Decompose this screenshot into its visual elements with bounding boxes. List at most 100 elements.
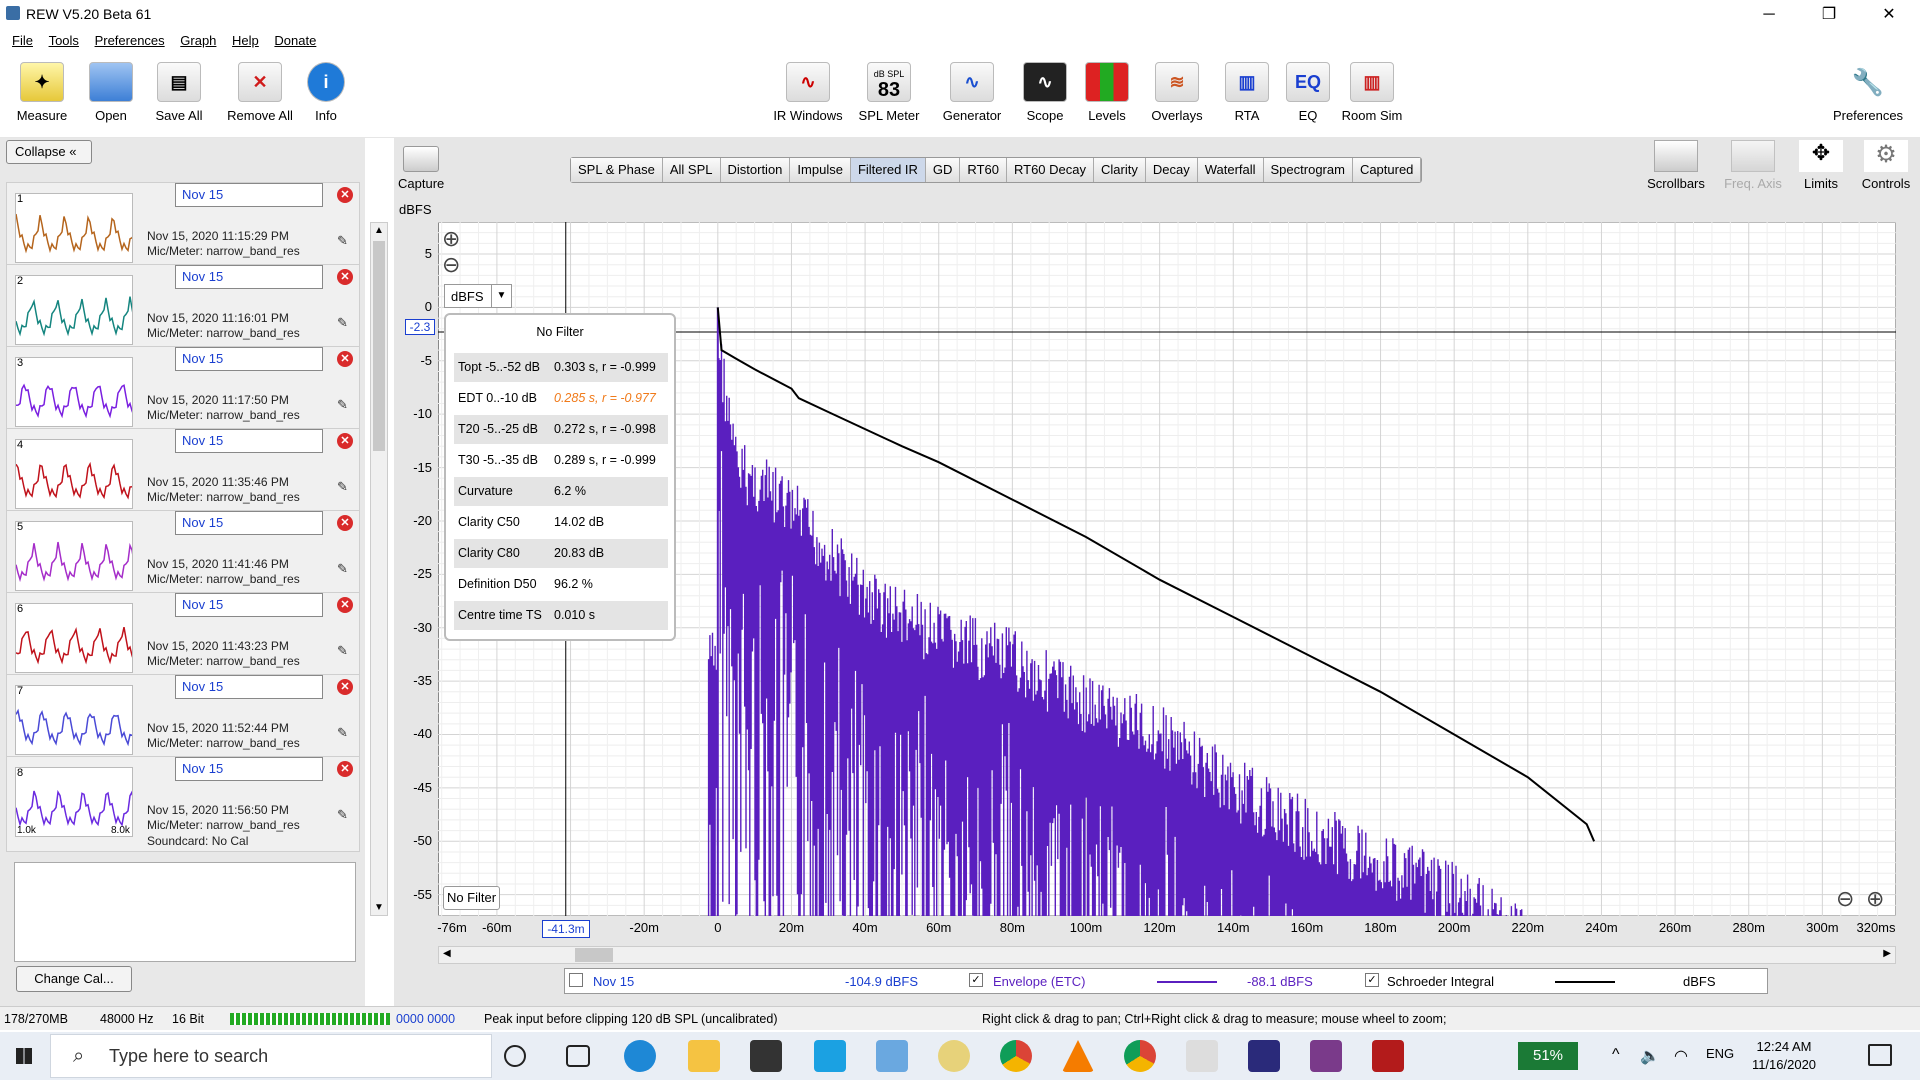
delete-measurement-icon[interactable]: ✕: [337, 515, 353, 531]
measurement-thumbnail[interactable]: [15, 275, 133, 345]
network-app-icon[interactable]: [876, 1040, 908, 1072]
measurement-item[interactable]: 6 Nov 15 ✕ ✎ Nov 15, 2020 11:43:23 PM Mic/Met…: [6, 592, 360, 676]
legend-visibility-checkbox[interactable]: [569, 973, 583, 987]
edit-measurement-icon[interactable]: ✎: [337, 807, 355, 823]
collapse-button[interactable]: Collapse «: [6, 140, 92, 164]
tab-impulse[interactable]: Impulse: [790, 158, 851, 182]
measurement-item[interactable]: 8 1.0k 8.0k Nov 15 ✕ ✎ Nov 15, 2020 11:56:50 P…: [6, 756, 360, 852]
horizontal-scrollbar[interactable]: ◀ ▶: [438, 946, 1896, 964]
wifi-icon[interactable]: ◠: [1674, 1046, 1688, 1066]
edit-measurement-icon[interactable]: ✎: [337, 479, 355, 495]
tab-all-spl[interactable]: All SPL: [662, 158, 721, 182]
preferences-button[interactable]: 🔧 Preferences: [1826, 62, 1910, 124]
store-icon[interactable]: [750, 1040, 782, 1072]
scroll-up-icon[interactable]: ▲: [374, 225, 384, 236]
measurement-item[interactable]: 5 Nov 15 ✕ ✎ Nov 15, 2020 11:41:46 PM Mic/Met…: [6, 510, 360, 594]
taskbar-search[interactable]: ⌕ Type here to search: [50, 1034, 492, 1078]
ir-windows-button[interactable]: ∿ IR Windows: [770, 62, 846, 123]
winrar-icon[interactable]: [1310, 1040, 1342, 1072]
measurement-thumbnail[interactable]: [15, 439, 133, 509]
tab-spl-phase[interactable]: SPL & Phase: [571, 158, 663, 182]
red-grid-app-icon[interactable]: [1372, 1040, 1404, 1072]
measurement-thumbnail[interactable]: [15, 521, 133, 591]
schroeder-checkbox[interactable]: ✓: [1365, 973, 1379, 987]
measurement-thumbnail[interactable]: [15, 357, 133, 427]
limits-button[interactable]: ✥ Limits: [1796, 140, 1846, 191]
tab-spectrogram[interactable]: Spectrogram: [1263, 158, 1353, 182]
measurement-name-field[interactable]: Nov 15: [175, 183, 323, 207]
measurement-name-field[interactable]: Nov 15: [175, 593, 323, 617]
tab-decay[interactable]: Decay: [1145, 158, 1198, 182]
chrome-profile-icon[interactable]: [1124, 1040, 1156, 1072]
measurement-thumbnail[interactable]: [15, 193, 133, 263]
edit-measurement-icon[interactable]: ✎: [337, 725, 355, 741]
edit-measurement-icon[interactable]: ✎: [337, 233, 355, 249]
l-app-icon[interactable]: [814, 1040, 846, 1072]
chrome-icon[interactable]: [1000, 1040, 1032, 1072]
tab-rt60-decay[interactable]: RT60 Decay: [1006, 158, 1094, 182]
scroll-down-icon[interactable]: ▼: [374, 902, 384, 913]
battery-indicator[interactable]: 51%: [1518, 1042, 1578, 1070]
notes-area[interactable]: [14, 862, 356, 962]
menu-preferences[interactable]: Preferences: [95, 33, 165, 48]
restore-button[interactable]: ❐: [1806, 0, 1852, 30]
taskbar-clock[interactable]: 12:24 AM 11/16/2020: [1744, 1038, 1824, 1074]
change-cal-button[interactable]: Change Cal...: [16, 966, 132, 992]
measurement-name-field[interactable]: Nov 15: [175, 347, 323, 371]
tab-distortion[interactable]: Distortion: [720, 158, 791, 182]
measurement-item[interactable]: 7 Nov 15 ✕ ✎ Nov 15, 2020 11:52:44 PM Mic/Met…: [6, 674, 360, 758]
capture-button[interactable]: Capture: [398, 146, 444, 191]
language-indicator[interactable]: ENG: [1706, 1046, 1734, 1061]
speaker-icon[interactable]: 🔈: [1640, 1046, 1660, 1066]
tab-captured[interactable]: Captured: [1352, 158, 1422, 182]
eq-button[interactable]: EQ EQ: [1286, 62, 1330, 123]
vlc-icon[interactable]: [1062, 1040, 1094, 1072]
edit-measurement-icon[interactable]: ✎: [337, 315, 355, 331]
y-unit-select[interactable]: dBFS ▼: [444, 284, 512, 308]
measurement-item[interactable]: 4 Nov 15 ✕ ✎ Nov 15, 2020 11:35:46 PM Mic/Met…: [6, 428, 360, 512]
rew-taskbar-icon[interactable]: [1248, 1040, 1280, 1072]
measure-button[interactable]: ✦ Measure: [12, 62, 72, 123]
measurement-item[interactable]: 2 Nov 15 ✕ ✎ Nov 15, 2020 11:16:01 PM Mic/Met…: [6, 264, 360, 348]
scroll-right-icon[interactable]: ▶: [1883, 948, 1891, 959]
tab-rt60[interactable]: RT60: [960, 158, 1007, 182]
tab-gd[interactable]: GD: [925, 158, 961, 182]
measurement-list-scrollbar[interactable]: ▲ ▼: [370, 222, 388, 916]
disc-app-icon[interactable]: [938, 1040, 970, 1072]
task-view-icon[interactable]: [566, 1045, 590, 1067]
open-button[interactable]: Open: [84, 62, 138, 123]
chevron-down-icon[interactable]: ▼: [491, 285, 511, 307]
start-button[interactable]: [0, 1032, 48, 1080]
edit-measurement-icon[interactable]: ✎: [337, 643, 355, 659]
measurement-name-field[interactable]: Nov 15: [175, 757, 323, 781]
delete-measurement-icon[interactable]: ✕: [337, 187, 353, 203]
generator-button[interactable]: ∿ Generator: [938, 62, 1006, 123]
minimize-button[interactable]: ─: [1746, 0, 1792, 30]
dsp-app-icon[interactable]: [1186, 1040, 1218, 1072]
etc-checkbox[interactable]: ✓: [969, 973, 983, 987]
measurement-thumbnail[interactable]: [15, 685, 133, 755]
delete-measurement-icon[interactable]: ✕: [337, 679, 353, 695]
measurement-name-field[interactable]: Nov 15: [175, 265, 323, 289]
spl-meter-button[interactable]: dB SPL 83 SPL Meter: [854, 62, 924, 123]
edit-measurement-icon[interactable]: ✎: [337, 397, 355, 413]
menu-donate[interactable]: Donate: [274, 33, 316, 48]
tab-waterfall[interactable]: Waterfall: [1197, 158, 1264, 182]
scope-button[interactable]: ∿ Scope: [1020, 62, 1070, 123]
measurement-item[interactable]: 1 Nov 15 ✕ ✎ Nov 15, 2020 11:15:29 PM Mic/Met…: [6, 182, 360, 266]
menu-help[interactable]: Help: [232, 33, 259, 48]
controls-button[interactable]: ⚙ Controls: [1856, 140, 1916, 191]
remove-all-button[interactable]: ✕ Remove All: [222, 62, 298, 123]
measurement-name-field[interactable]: Nov 15: [175, 511, 323, 535]
tab-filtered-ir[interactable]: Filtered IR: [850, 158, 926, 182]
delete-measurement-icon[interactable]: ✕: [337, 269, 353, 285]
delete-measurement-icon[interactable]: ✕: [337, 433, 353, 449]
measurement-item[interactable]: 3 Nov 15 ✕ ✎ Nov 15, 2020 11:17:50 PM Mic/Met…: [6, 346, 360, 430]
zoom-out-icon[interactable]: ⊖: [442, 252, 460, 278]
chevron-up-icon[interactable]: ^: [1612, 1046, 1620, 1064]
measurement-thumbnail[interactable]: [15, 603, 133, 673]
delete-measurement-icon[interactable]: ✕: [337, 597, 353, 613]
overlays-button[interactable]: ≋ Overlays: [1144, 62, 1210, 123]
notifications-icon[interactable]: [1868, 1044, 1892, 1066]
scroll-left-icon[interactable]: ◀: [443, 948, 451, 959]
